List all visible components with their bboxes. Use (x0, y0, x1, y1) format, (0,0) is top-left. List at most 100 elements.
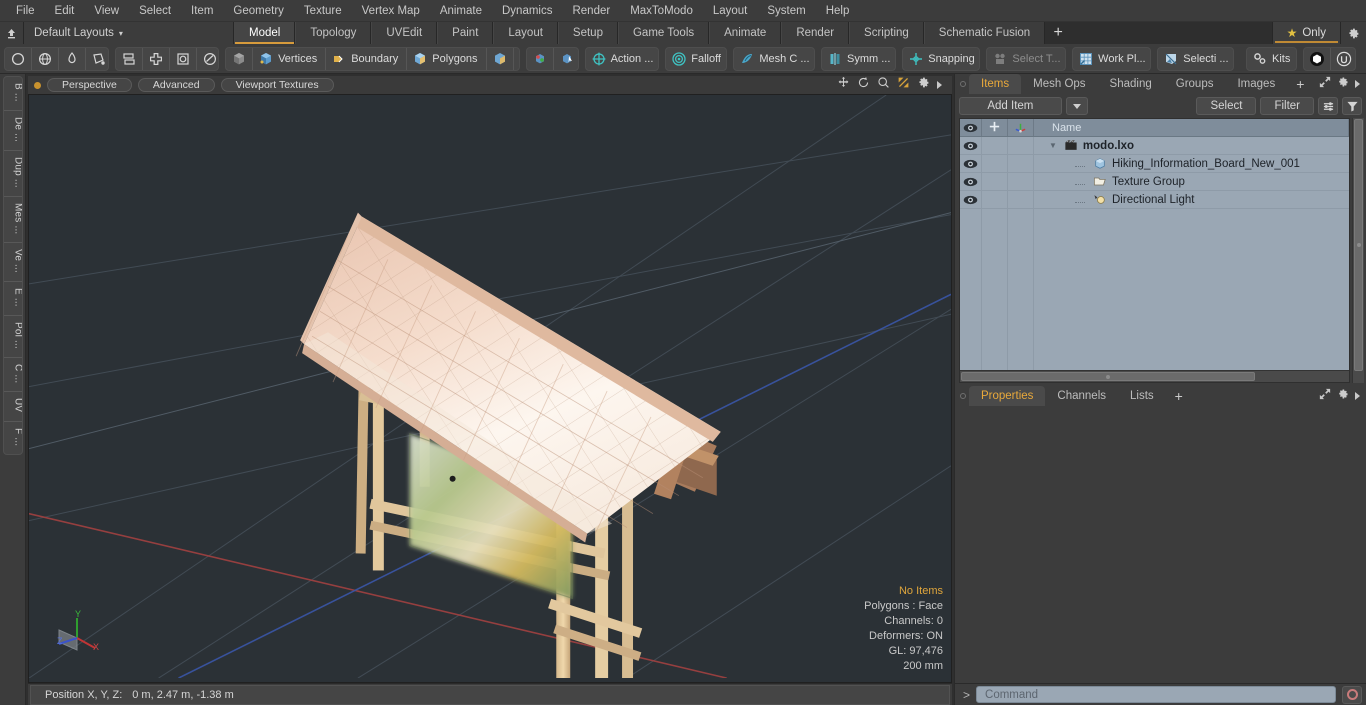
panel-more-icon[interactable] (1355, 80, 1360, 88)
expand-panel-icon[interactable] (1319, 75, 1331, 93)
toolbar-button-selecti[interactable]: Selecti ... (1158, 48, 1233, 70)
toolbar-button-work-pl[interactable]: Work Pl... (1073, 48, 1150, 70)
only-button[interactable]: ★ Only (1271, 22, 1340, 44)
fit-view-icon[interactable] (897, 76, 910, 94)
add-panel-tab-button[interactable]: + (1287, 74, 1313, 94)
panel-tab-items[interactable]: Items (969, 74, 1022, 94)
toolbar-button-element-move[interactable] (527, 47, 554, 70)
home-up-arrow-icon[interactable] (0, 22, 24, 44)
item-list-hscrollbar[interactable] (960, 370, 1349, 382)
layout-tab-schematic-fusion[interactable]: Schematic Fusion (923, 22, 1046, 44)
menu-item-animate[interactable]: Animate (430, 3, 492, 19)
left-strip-tab-6[interactable]: Pol ... (3, 316, 22, 358)
move-view-icon[interactable] (837, 76, 850, 94)
left-strip-tab-7[interactable]: C ... (3, 358, 22, 393)
layout-tab-model[interactable]: Model (234, 22, 296, 44)
properties-more-icon[interactable] (1355, 392, 1360, 400)
filter-button[interactable]: Filter (1260, 97, 1314, 115)
panel-gear-icon[interactable] (1337, 75, 1349, 93)
toolbar-button-snapping[interactable]: Snapping (903, 48, 979, 70)
row-name-cell[interactable]: ▼ modo.lxo (1034, 137, 1349, 154)
menu-item-render[interactable]: Render (562, 3, 620, 19)
properties-tab-lists[interactable]: Lists (1118, 386, 1166, 406)
properties-gear-icon[interactable] (1337, 387, 1349, 405)
layout-tab-uvedit[interactable]: UVEdit (371, 22, 438, 44)
command-input[interactable]: Command (976, 686, 1336, 703)
record-icon[interactable] (1342, 685, 1362, 704)
zoom-view-icon[interactable] (877, 76, 890, 94)
hscroll-thumb[interactable] (961, 372, 1256, 381)
select-button[interactable]: Select (1196, 97, 1257, 115)
toolbar-button-element-pick[interactable] (554, 48, 578, 70)
add-properties-tab-button[interactable]: + (1166, 386, 1192, 406)
left-strip-tab-5[interactable]: E ... (3, 282, 22, 316)
row-lock-cell[interactable] (982, 173, 1008, 190)
add-item-button[interactable]: Add Item (959, 97, 1062, 115)
panel-tab-groups[interactable]: Groups (1164, 74, 1226, 94)
toolbar-button-cube-gray[interactable] (226, 47, 254, 70)
layout-tab-paint[interactable]: Paint (437, 22, 494, 44)
viewport-more-icon[interactable] (937, 81, 942, 89)
menu-item-dynamics[interactable]: Dynamics (492, 3, 562, 19)
layout-tab-setup[interactable]: Setup (557, 22, 618, 44)
row-name-cell[interactable]: Directional Light (1034, 191, 1349, 208)
left-strip-tab-1[interactable]: De ... (3, 111, 22, 151)
left-strip-tab-3[interactable]: Mes ... (3, 197, 22, 244)
toolbar-button-mesh-c[interactable]: Mesh C ... (734, 48, 814, 70)
toolbar-button-square-circle[interactable] (170, 47, 197, 70)
viewport-shading-chip[interactable]: Advanced (137, 78, 215, 92)
layout-tab-scripting[interactable]: Scripting (849, 22, 924, 44)
rotate-view-icon[interactable] (857, 76, 870, 94)
viewport-projection-chip[interactable]: Perspective (47, 78, 132, 92)
toolbar-button-vertices[interactable]: Vertices (253, 47, 327, 70)
left-strip-tab-2[interactable]: Dup ... (3, 151, 22, 197)
toolbar-button-falloff[interactable]: Falloff (666, 48, 726, 70)
toolbar-button-symm[interactable]: Symm ... (822, 48, 895, 70)
menu-item-maxtomodo[interactable]: MaxToModo (620, 3, 703, 19)
item-list-empty-area[interactable] (960, 209, 1349, 370)
row-axis-cell[interactable] (1008, 191, 1034, 208)
item-list-row[interactable]: Directional Light (960, 191, 1349, 209)
toolbar-button-unity-cube[interactable] (1304, 47, 1332, 70)
add-layout-tab-button[interactable]: + (1045, 22, 1072, 44)
row-name-cell[interactable]: Hiking_Information_Board_New_001 (1034, 155, 1349, 172)
list-options-icon[interactable] (1318, 97, 1338, 115)
left-strip-tab-4[interactable]: Ve ... (3, 243, 22, 283)
row-expander-icon[interactable]: ▼ (1049, 141, 1057, 150)
toolbar-button-teardrop[interactable] (59, 47, 86, 70)
toolbar-button-kits[interactable]: Kits (1247, 48, 1296, 70)
toolbar-button-chevron-down[interactable] (514, 48, 519, 70)
item-list-row[interactable]: Hiking_Information_Board_New_001 (960, 155, 1349, 173)
layout-tab-render[interactable]: Render (781, 22, 850, 44)
menu-item-layout[interactable]: Layout (703, 3, 758, 19)
menu-item-help[interactable]: Help (816, 3, 860, 19)
row-axis-cell[interactable] (1008, 155, 1034, 172)
panel-tab-mesh-ops[interactable]: Mesh Ops (1021, 74, 1097, 94)
viewport-gear-icon[interactable] (917, 76, 930, 94)
add-item-dropdown-icon[interactable] (1065, 97, 1088, 115)
layout-tab-topology[interactable]: Topology (295, 22, 372, 44)
row-axis-cell[interactable] (1008, 137, 1034, 154)
layout-tab-game-tools[interactable]: Game Tools (617, 22, 710, 44)
properties-tab-channels[interactable]: Channels (1045, 386, 1118, 406)
item-list-vscrollbar[interactable] (1352, 118, 1364, 383)
funnel-icon[interactable] (1342, 97, 1362, 115)
item-list-row[interactable]: ▼ modo.lxo (960, 137, 1349, 155)
toolbar-button-boundary[interactable]: Boundary (326, 47, 408, 70)
menu-item-texture[interactable]: Texture (294, 3, 352, 19)
row-visibility-eye-icon[interactable] (960, 173, 982, 190)
row-lock-cell[interactable] (982, 155, 1008, 172)
item-list[interactable]: Name ▼ modo.lxo Hiking_Information_Board_N… (959, 118, 1350, 383)
menu-item-geometry[interactable]: Geometry (223, 3, 294, 19)
row-visibility-eye-icon[interactable] (960, 191, 982, 208)
row-lock-cell[interactable] (982, 191, 1008, 208)
menu-item-edit[interactable]: Edit (45, 3, 85, 19)
row-visibility-eye-icon[interactable] (960, 155, 982, 172)
menu-item-vertex-map[interactable]: Vertex Map (352, 3, 430, 19)
row-name-cell[interactable]: Texture Group (1034, 173, 1349, 190)
row-axis-cell[interactable] (1008, 173, 1034, 190)
toolbar-button-cube-tan[interactable] (487, 47, 514, 70)
panel-tab-shading[interactable]: Shading (1098, 74, 1164, 94)
panel-tab-images[interactable]: Images (1225, 74, 1287, 94)
toolbar-button-circle-slash[interactable] (197, 48, 219, 70)
